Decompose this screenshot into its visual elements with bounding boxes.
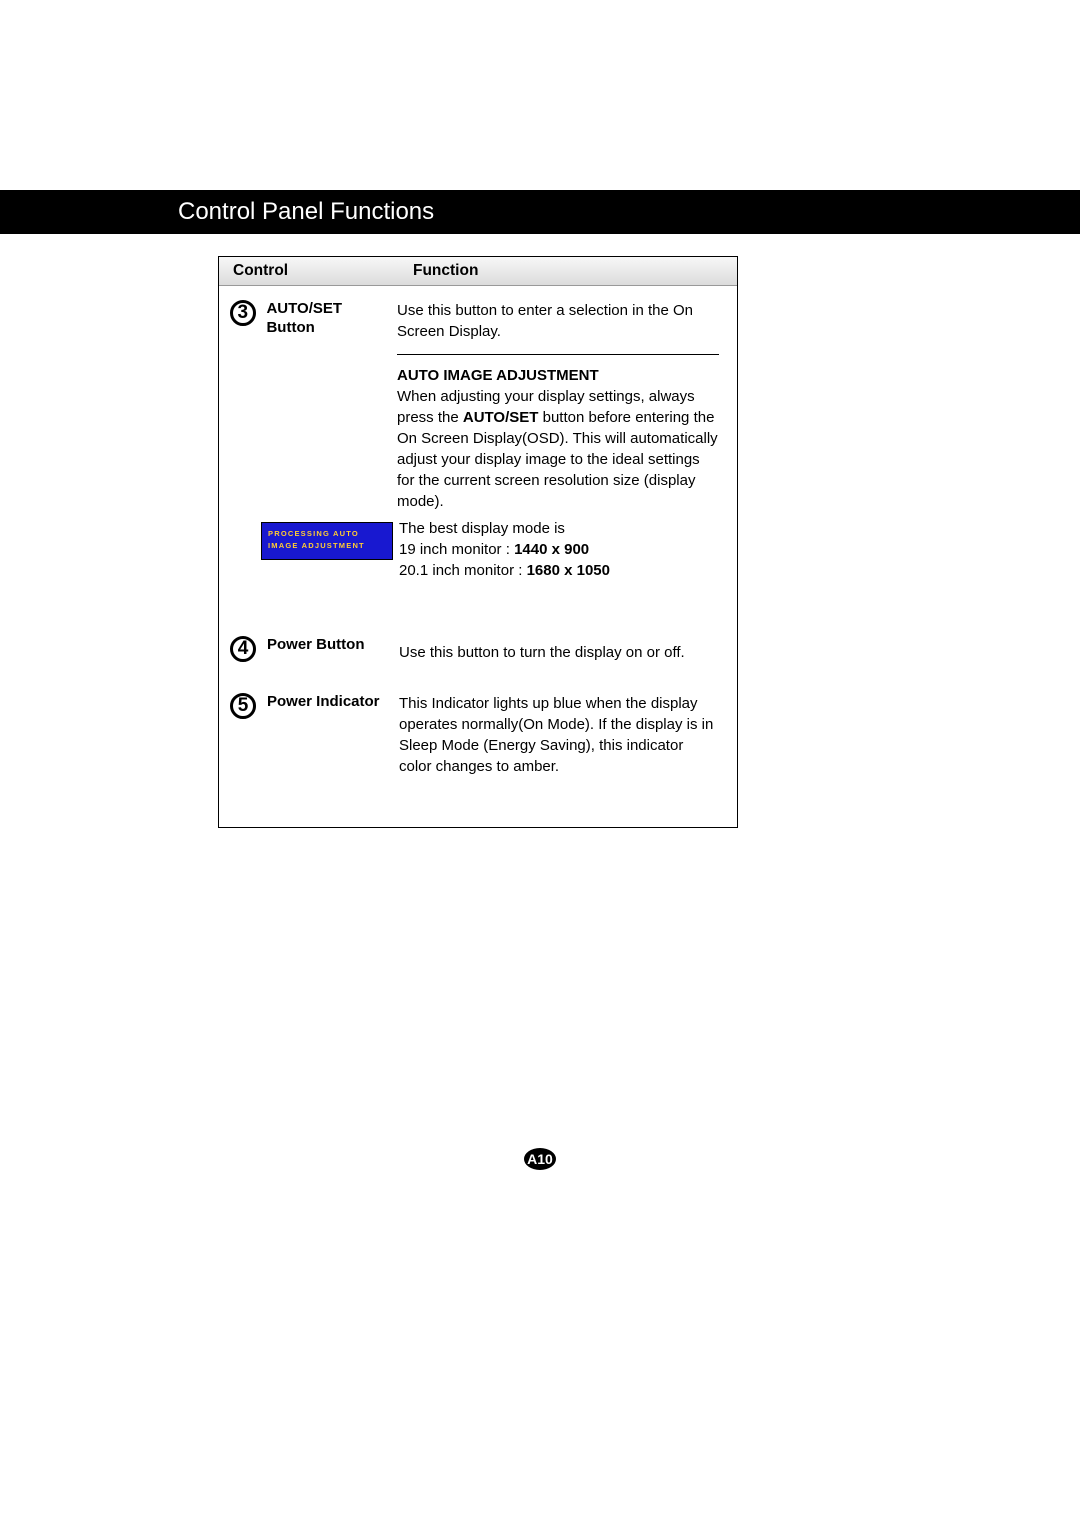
- mode-19: 19 inch monitor : 1440 x 900: [399, 539, 610, 560]
- control-name-cell: Power Indicator: [267, 679, 399, 793]
- page-title: Control Panel Functions: [178, 198, 434, 226]
- best-mode-intro: The best display mode is: [399, 518, 610, 539]
- osd-line2: IMAGE ADJUSTMENT: [268, 540, 386, 552]
- title-bar: Control Panel Functions: [0, 190, 1080, 234]
- sub-heading: AUTO IMAGE ADJUSTMENT: [397, 365, 719, 386]
- control-name-cell: AUTO/SET Button: [266, 286, 397, 616]
- divider: [397, 354, 719, 355]
- function-cell: Use this button to turn the display on o…: [399, 622, 737, 679]
- page-footer: A10: [0, 1148, 1080, 1170]
- table-row: 3 AUTO/SET Button Use this button to ent…: [219, 286, 737, 616]
- header-control: Control: [219, 262, 413, 280]
- table-header-row: Control Function: [219, 257, 737, 286]
- functions-table: Control Function 3 AUTO/SET Button Use t…: [218, 256, 738, 828]
- control-name-line1: AUTO/SET: [266, 300, 342, 317]
- control-name-cell: Power Button: [267, 622, 399, 679]
- row-number-cell: 5: [219, 679, 267, 793]
- best-mode-block: The best display mode is 19 inch monitor…: [399, 518, 610, 581]
- top-margin: [0, 0, 1080, 190]
- number-badge-5: 5: [230, 693, 256, 719]
- function-cell: This Indicator lights up blue when the d…: [399, 679, 737, 793]
- page-number-badge: A10: [524, 1148, 556, 1170]
- control-name-line2: Button: [266, 319, 314, 336]
- number-badge-3: 3: [230, 300, 256, 326]
- mode-201: 20.1 inch monitor : 1680 x 1050: [399, 560, 610, 581]
- number-badge-4: 4: [230, 636, 256, 662]
- row-number-cell: 3: [219, 286, 266, 616]
- table-row: 5 Power Indicator This Indicator lights …: [219, 679, 737, 827]
- header-function: Function: [413, 262, 737, 280]
- table-row: 4 Power Button Use this button to turn t…: [219, 616, 737, 679]
- sub-paragraph: When adjusting your display settings, al…: [397, 386, 719, 512]
- row-number-cell: 4: [219, 622, 267, 679]
- function-cell: Use this button to enter a selection in …: [397, 286, 737, 616]
- function-intro: Use this button to enter a selection in …: [397, 300, 719, 342]
- osd-line1: PROCESSING AUTO: [268, 528, 386, 540]
- osd-message-box: PROCESSING AUTO IMAGE ADJUSTMENT: [261, 522, 393, 560]
